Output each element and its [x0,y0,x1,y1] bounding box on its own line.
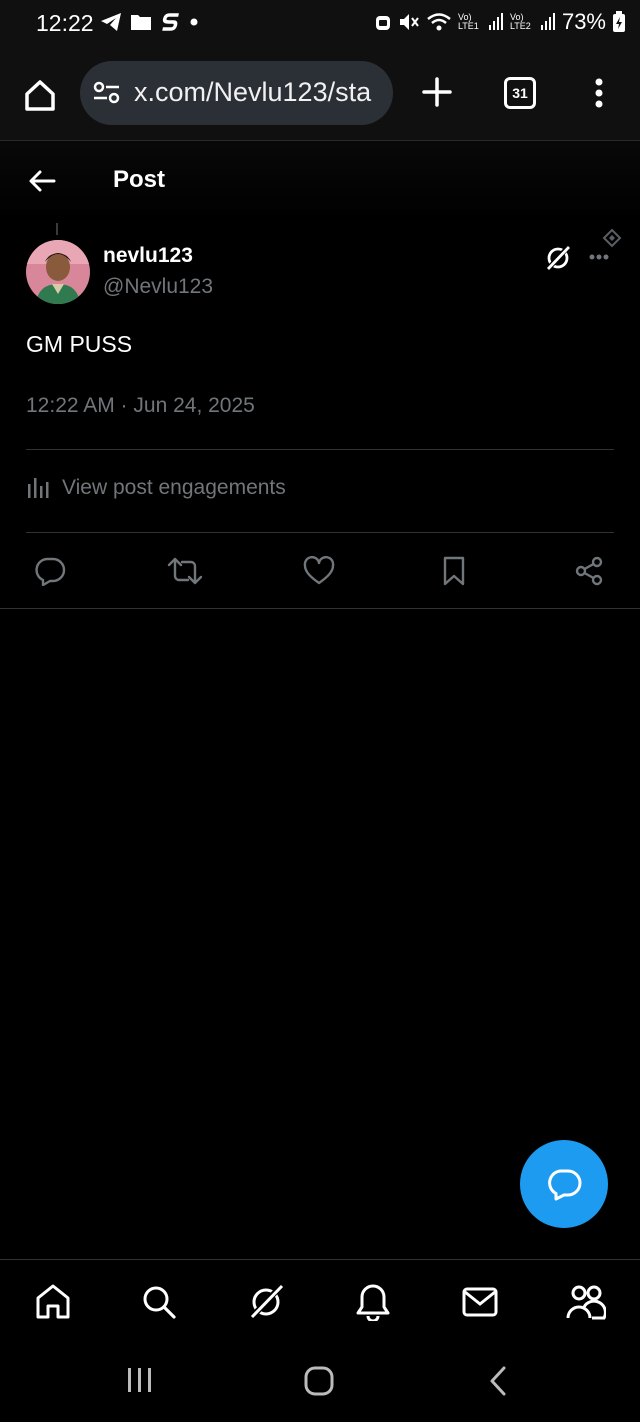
url-text[interactable]: x.com/Nevlu123/sta [134,77,371,108]
system-navigation [0,1343,640,1422]
repost-icon [167,557,203,585]
reply-icon [35,557,66,586]
status-left-icons [100,12,200,32]
nav-grok[interactable] [246,1282,286,1322]
nav-communities[interactable] [566,1282,606,1322]
handle[interactable]: @Nevlu123 [103,275,213,299]
back-icon[interactable] [487,1365,509,1397]
share-button[interactable] [568,550,610,592]
nav-home[interactable] [33,1282,73,1322]
repost-button[interactable] [164,550,206,592]
menu-icon[interactable] [592,78,606,108]
share-icon [575,556,603,586]
telegram-icon [101,13,121,31]
alarm-icon [375,16,390,30]
engagements-label: View post engagements [62,476,286,499]
divider [26,449,614,450]
search-icon [143,1286,176,1319]
notifications-icon [356,1284,390,1321]
nav-notifications[interactable] [353,1282,393,1322]
folder-icon [131,15,151,30]
communities-icon [566,1285,606,1320]
mute-icon [399,14,419,30]
browser-toolbar: x.com/Nevlu123/sta 31 [0,48,640,141]
bottom-nav [0,1259,640,1344]
post-text: GM PUSS [26,331,133,357]
avatar[interactable] [26,240,90,304]
back-arrow-icon[interactable] [28,169,56,193]
thread-line [56,223,58,235]
page-header: Post [0,141,640,221]
divider [0,608,640,609]
status-bar: 12:22 Vo) LTE1 Vo) LTE2 73% [0,0,640,48]
status-time: 12:22 [36,10,94,36]
new-tab-icon[interactable] [420,75,454,109]
reply-icon [548,1169,582,1201]
home-icon[interactable] [20,76,60,116]
nav-messages[interactable] [460,1282,500,1322]
analytics-icon [28,478,49,498]
post-timestamp[interactable]: 12:22 AM · Jun 24, 2025 [26,394,255,418]
divider [26,532,614,533]
signal-icon [488,13,503,30]
home-icon [36,1284,70,1319]
dot-icon [190,18,198,26]
status-right-icons: Vo) LTE1 Vo) LTE2 73% [374,9,626,35]
recent-apps-icon[interactable] [126,1365,154,1395]
tab-count: 31 [512,85,528,101]
messages-icon [462,1287,498,1317]
battery-icon [613,11,625,32]
bookmark-icon [443,556,465,586]
display-name[interactable]: nevlu123 [103,244,193,268]
home-button-icon[interactable] [303,1365,335,1397]
tab-switcher-button[interactable]: 31 [504,77,536,109]
like-icon [303,556,335,585]
compose-reply-button[interactable] [520,1140,608,1228]
site-settings-icon[interactable] [92,81,122,105]
sim2-label: Vo) LTE2 [509,12,531,31]
bookmark-button[interactable] [433,550,475,592]
grok-icon[interactable] [543,244,573,272]
more-options-icon[interactable] [586,228,626,264]
sim1-label: Vo) LTE1 [457,12,479,31]
nav-search[interactable] [139,1282,179,1322]
grok-icon [248,1283,284,1321]
view-engagements-link[interactable]: View post engagements [26,476,286,500]
reply-button[interactable] [29,550,71,592]
s-app-icon [162,13,179,31]
wifi-icon [427,13,451,31]
post-actions [0,550,640,592]
url-bar[interactable]: x.com/Nevlu123/sta [80,61,393,125]
signal-icon [540,13,555,30]
battery-percent: 73% [561,9,606,34]
page-title: Post [113,166,166,193]
like-button[interactable] [298,550,340,592]
